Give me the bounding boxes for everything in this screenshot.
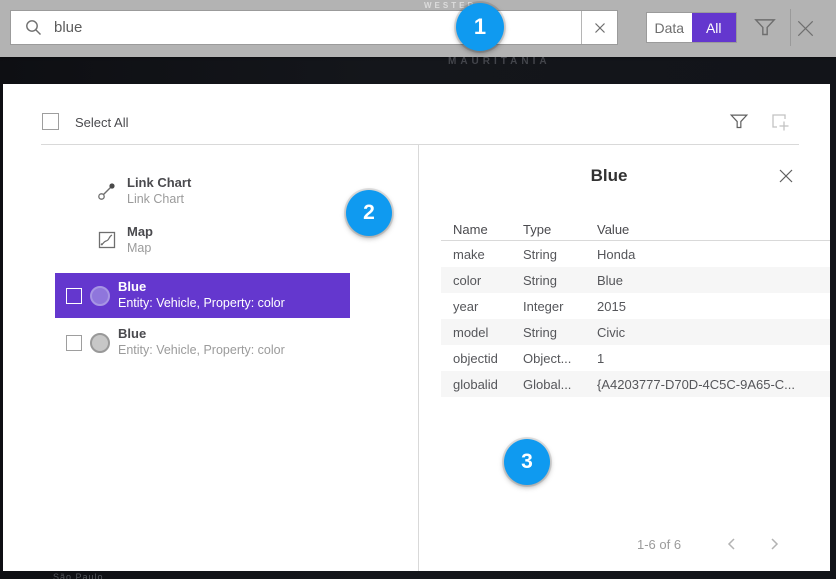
result-checkbox[interactable] bbox=[66, 335, 82, 351]
result-item-link-chart[interactable]: Link Chart Link Chart bbox=[41, 172, 350, 210]
result-item-blue-selected[interactable]: Blue Entity: Vehicle, Property: color bbox=[55, 273, 350, 318]
cell-type: Integer bbox=[523, 299, 597, 314]
scope-option-data[interactable]: Data bbox=[647, 13, 692, 42]
result-title: Blue bbox=[118, 279, 285, 295]
cell-type: String bbox=[523, 273, 597, 288]
map-label-sao-paulo: São Paulo bbox=[53, 572, 104, 579]
cell-type: Global... bbox=[523, 377, 597, 392]
close-detail-icon[interactable] bbox=[777, 167, 795, 185]
cell-type: String bbox=[523, 247, 597, 262]
detail-panel: Blue Name Type Value make String Honda bbox=[419, 144, 830, 571]
entity-circle-icon bbox=[90, 286, 110, 306]
cell-value: {A4203777-D70D-4C5C-9A65-C... bbox=[597, 377, 830, 392]
cell-name: globalid bbox=[453, 377, 523, 392]
callout-badge-1: 1 bbox=[456, 3, 504, 51]
clear-x-icon bbox=[593, 21, 607, 35]
result-title: Link Chart bbox=[127, 175, 191, 191]
pagination-label: 1-6 of 6 bbox=[637, 537, 681, 552]
cell-value: 2015 bbox=[597, 299, 830, 314]
results-panel: Select All Link Chart Link Chart bbox=[3, 84, 830, 571]
scope-toggle: Data All bbox=[646, 12, 737, 43]
callout-badge-2: 2 bbox=[346, 190, 392, 236]
result-item-map[interactable]: Map Map bbox=[41, 221, 350, 259]
cell-type: Object... bbox=[523, 351, 597, 366]
app-screen: WESTER MAURITANIA São Paulo Data All bbox=[0, 0, 836, 579]
clear-search-button[interactable] bbox=[581, 11, 617, 44]
cell-value: Honda bbox=[597, 247, 830, 262]
filter-icon[interactable] bbox=[752, 15, 778, 41]
table-row: model String Civic bbox=[441, 319, 830, 345]
scope-option-all[interactable]: All bbox=[692, 13, 737, 42]
close-search-icon[interactable] bbox=[794, 17, 817, 40]
select-all-checkbox[interactable] bbox=[42, 113, 59, 130]
cell-name: color bbox=[453, 273, 523, 288]
attributes-table: Name Type Value make String Honda color … bbox=[441, 218, 830, 397]
link-chart-icon bbox=[97, 181, 117, 201]
add-to-selection-icon[interactable] bbox=[768, 110, 792, 134]
cell-name: model bbox=[453, 325, 523, 340]
column-header-value: Value bbox=[597, 222, 830, 237]
results-filter-icon[interactable] bbox=[728, 111, 750, 133]
search-box bbox=[10, 10, 618, 45]
table-row: make String Honda bbox=[441, 241, 830, 267]
cell-value: 1 bbox=[597, 351, 830, 366]
map-icon bbox=[97, 230, 117, 250]
cell-type: String bbox=[523, 325, 597, 340]
result-title: Map bbox=[127, 224, 153, 240]
result-subtitle: Entity: Vehicle, Property: color bbox=[118, 342, 285, 359]
cell-name: objectid bbox=[453, 351, 523, 366]
table-row: color String Blue bbox=[441, 267, 830, 293]
callout-badge-3: 3 bbox=[504, 439, 550, 485]
toolbar-divider bbox=[790, 9, 791, 46]
pagination-prev-icon[interactable] bbox=[722, 534, 742, 554]
result-subtitle: Entity: Vehicle, Property: color bbox=[118, 295, 285, 312]
result-checkbox[interactable] bbox=[66, 288, 82, 304]
table-row: globalid Global... {A4203777-D70D-4C5C-9… bbox=[441, 371, 830, 397]
result-item-blue[interactable]: Blue Entity: Vehicle, Property: color bbox=[55, 320, 350, 365]
pagination-next-icon[interactable] bbox=[764, 534, 784, 554]
result-subtitle: Link Chart bbox=[127, 191, 191, 208]
map-label-mauritania: MAURITANIA bbox=[448, 56, 551, 67]
table-header: Name Type Value bbox=[441, 218, 830, 240]
column-header-type: Type bbox=[523, 222, 597, 237]
result-title: Blue bbox=[118, 326, 285, 342]
detail-title: Blue bbox=[419, 166, 799, 186]
search-toolbar: Data All bbox=[0, 0, 836, 57]
cell-value: Civic bbox=[597, 325, 830, 340]
search-icon bbox=[24, 18, 43, 37]
result-subtitle: Map bbox=[127, 240, 153, 257]
cell-name: year bbox=[453, 299, 523, 314]
entity-circle-icon bbox=[90, 333, 110, 353]
select-all-label: Select All bbox=[75, 115, 128, 130]
table-row: year Integer 2015 bbox=[441, 293, 830, 319]
column-header-name: Name bbox=[453, 222, 523, 237]
cell-name: make bbox=[453, 247, 523, 262]
cell-value: Blue bbox=[597, 273, 830, 288]
table-row: objectid Object... 1 bbox=[441, 345, 830, 371]
